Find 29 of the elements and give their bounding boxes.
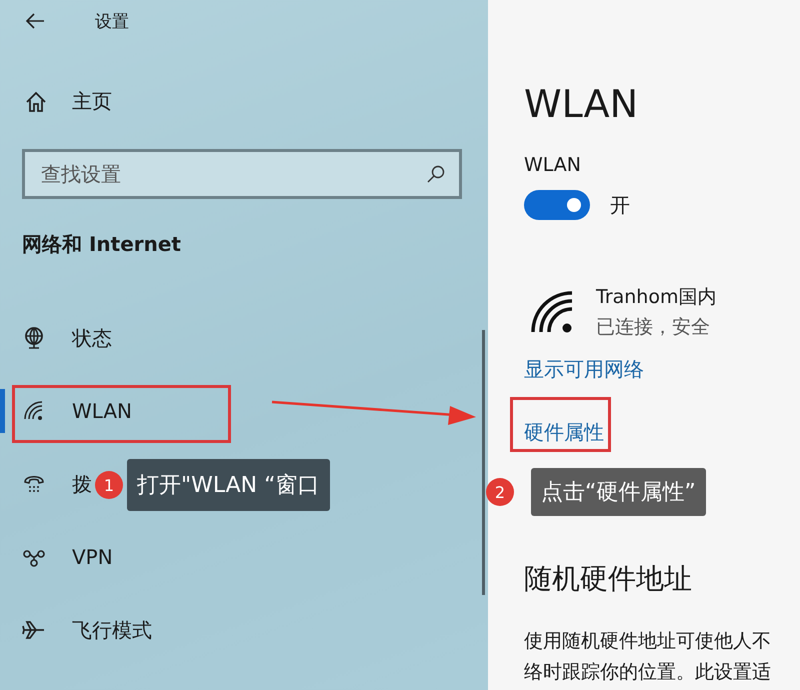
wifi-label: WLAN [524, 154, 582, 176]
description-text: 使用随机硬件地址可使他人不 [524, 629, 772, 654]
settings-link[interactable]: 显示可用网络 [524, 356, 644, 383]
home-link[interactable]: 主页 [72, 88, 112, 115]
globe-monitor-icon [22, 326, 46, 350]
callout-text: 点击“硬件属性” [531, 468, 706, 516]
wifi-toggle[interactable] [524, 190, 590, 220]
section-heading: 网络和 Internet [22, 231, 182, 258]
scrollbar[interactable] [482, 330, 485, 595]
settings-link[interactable]: 硬件属性 [524, 419, 604, 446]
section-heading: 随机硬件地址 [524, 561, 693, 597]
nav-item[interactable]: 飞行模式 [72, 616, 152, 644]
network-name[interactable]: Tranhom国内 [596, 284, 716, 310]
home-icon [24, 90, 48, 114]
search-field[interactable]: 查找设置 [22, 149, 462, 199]
nav-item[interactable]: 状态 [72, 324, 112, 352]
back-arrow-icon[interactable] [25, 13, 45, 29]
airplane-icon [22, 618, 46, 642]
toggle-label: 开 [610, 192, 630, 218]
search-icon [426, 164, 446, 184]
callout-text: 打开"WLAN “窗口 [127, 459, 330, 511]
network-status: 已连接，安全 [596, 315, 711, 340]
window-title: 设置 [95, 10, 129, 32]
nav-item[interactable]: WLAN [72, 399, 132, 423]
nav-item[interactable]: VPN [72, 545, 113, 569]
wifi-icon [530, 290, 574, 334]
description-text: 络时跟踪你的位置。此设置适 [524, 660, 772, 685]
page-title: WLAN [524, 82, 640, 126]
nav-item[interactable]: 拨 [72, 470, 92, 498]
